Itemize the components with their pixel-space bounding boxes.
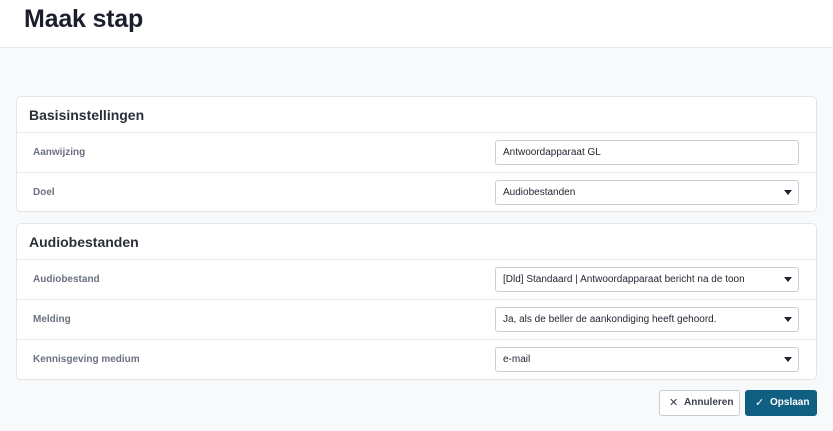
melding-select[interactable]: Ja, als de beller de aankondiging heeft … [495,307,799,332]
chevron-down-icon [784,357,792,362]
doel-select[interactable]: Audiobestanden [495,180,799,205]
save-button-label: Opslaan [770,397,810,408]
section-title: Basisinstellingen [17,97,816,133]
form-row-audiobestand: Audiobestand [Dld] Standaard | Antwoorda… [17,260,816,300]
cancel-button-label: Annuleren [684,397,734,408]
section-basisinstellingen: Basisinstellingen Aanwijzing Doel Audiob… [16,96,817,212]
select-value: Ja, als de beller de aankondiging heeft … [503,314,717,325]
field-label: Doel [33,187,55,198]
select-value: e-mail [503,354,531,365]
page-title: Maak stap [24,5,144,33]
chevron-down-icon [784,317,792,322]
section-title: Audiobestanden [17,224,816,260]
audiobestand-select[interactable]: [Dld] Standaard | Antwoordapparaat beric… [495,267,799,292]
save-button[interactable]: ✓ Opslaan [745,390,817,416]
form-row-melding: Melding Ja, als de beller de aankondigin… [17,300,816,340]
field-label: Melding [33,314,71,325]
page-header: Maak stap [0,0,833,48]
form-row-aanwijzing: Aanwijzing [17,133,816,173]
select-value: Audiobestanden [503,187,576,198]
close-icon: ✕ [669,397,679,409]
field-label: Kennisgeving medium [33,354,140,365]
chevron-down-icon [784,190,792,195]
field-label: Audiobestand [33,274,100,285]
cancel-button[interactable]: ✕ Annuleren [659,390,740,416]
section-audiobestanden: Audiobestanden Audiobestand [Dld] Standa… [16,223,817,380]
field-label: Aanwijzing [33,147,86,158]
form-row-doel: Doel Audiobestanden [17,173,816,213]
aanwijzing-input[interactable] [495,140,799,165]
chevron-down-icon [784,277,792,282]
kennisgeving-medium-select[interactable]: e-mail [495,347,799,372]
check-icon: ✓ [755,397,765,409]
select-value: [Dld] Standaard | Antwoordapparaat beric… [503,274,745,285]
form-row-kennisgeving-medium: Kennisgeving medium e-mail [17,340,816,380]
